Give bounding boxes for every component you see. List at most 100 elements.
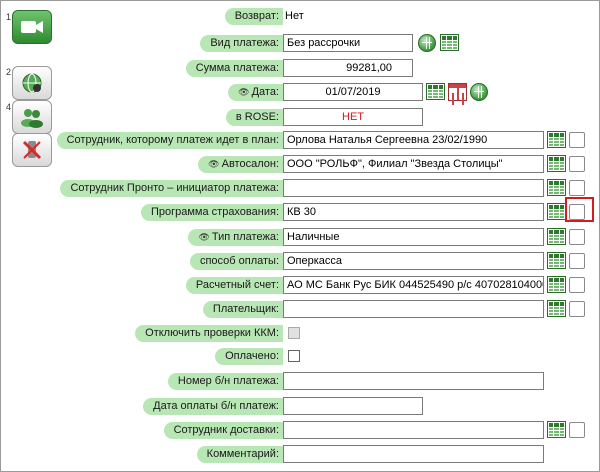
- label-tip-platezha: 👁 Тип платежа:: [188, 229, 283, 246]
- table-lookup-button[interactable]: [547, 179, 566, 198]
- rose-status-field: НЕТ: [283, 108, 423, 126]
- row-sposob: способ оплаты: Оперкасса: [0, 251, 600, 271]
- cashless-date-field[interactable]: [283, 397, 423, 415]
- calendar-icon: [448, 83, 467, 101]
- table-lookup-button[interactable]: [547, 155, 566, 174]
- eye-icon: 👁: [198, 232, 210, 242]
- table-icon: [547, 179, 566, 196]
- row-sotrudnik-dostavki: Сотрудник доставки:: [0, 420, 600, 440]
- row-data: 👁 Дата: 01/07/2019: [0, 82, 600, 102]
- insurance-program-field[interactable]: КВ 30: [283, 203, 544, 221]
- calendar-button[interactable]: [448, 83, 467, 102]
- globe-date-button[interactable]: [470, 83, 489, 102]
- table-lookup-button[interactable]: [547, 276, 566, 295]
- label-avtosalon-text: Автосалон:: [221, 158, 279, 170]
- table-icon: [547, 155, 566, 172]
- row-kommentariy: Комментарий:: [0, 444, 600, 464]
- eye-icon: 👁: [208, 159, 220, 169]
- dealership-field[interactable]: ООО "РОЛЬФ", Филиал "Звезда Столицы": [283, 155, 544, 173]
- label-data-bn: Дата оплаты б/н платеж:: [143, 398, 283, 415]
- initiator-employee-field[interactable]: [283, 179, 544, 197]
- label-sotrudnik-dostavki: Сотрудник доставки:: [163, 422, 283, 439]
- globe-icon: [470, 83, 488, 101]
- label-raschetny: Расчетный счет:: [185, 277, 283, 294]
- label-sotrudnik-plan: Сотрудник, которому платеж идет в план:: [56, 132, 283, 149]
- table-icon: [547, 131, 566, 148]
- table-lookup-button[interactable]: [440, 34, 459, 53]
- row-checkbox[interactable]: [569, 277, 585, 293]
- row-sotrudnik-plan: Сотрудник, которому платеж идет в план: …: [0, 130, 600, 150]
- table-date-button[interactable]: [426, 83, 445, 102]
- row-oplacheno: Оплачено:: [0, 346, 600, 366]
- row-otkl-kkm: Отключить проверки ККМ:: [0, 323, 600, 343]
- payer-field[interactable]: [283, 300, 544, 318]
- label-nomer-bn: Номер б/н платежа:: [167, 373, 283, 390]
- row-vid-platezha: Вид платежа: Без рассрочки: [0, 33, 600, 53]
- row-sotrudnik-pronto: Сотрудник Пронто – инициатор платежа:: [0, 178, 600, 198]
- row-data-bn: Дата оплаты б/н платеж:: [0, 396, 600, 416]
- globe-lookup-button[interactable]: [418, 34, 437, 53]
- table-icon: [440, 34, 459, 51]
- table-lookup-button[interactable]: [547, 203, 566, 222]
- label-data-text: Дата:: [251, 86, 279, 98]
- payment-kind-field[interactable]: Наличные: [283, 228, 544, 246]
- cashless-number-field[interactable]: [283, 372, 544, 390]
- paid-checkbox[interactable]: [288, 350, 300, 362]
- amount-field[interactable]: 99281,00: [283, 59, 413, 77]
- row-avtosalon: 👁 Автосалон: ООО "РОЛЬФ", Филиал "Звезда …: [0, 154, 600, 174]
- label-sposob: способ оплаты:: [189, 253, 283, 270]
- bank-account-field[interactable]: АО МС Банк Рус БИК 044525490 р/с 4070281…: [283, 276, 544, 294]
- comment-field[interactable]: [283, 445, 544, 463]
- row-checkbox[interactable]: [569, 253, 585, 269]
- table-icon: [547, 228, 566, 245]
- row-rose: в ROSE: НЕТ: [0, 107, 600, 127]
- table-icon: [547, 276, 566, 293]
- label-vid-platezha: Вид платежа:: [200, 35, 283, 52]
- row-programma: Программа страхования: КВ 30: [0, 202, 600, 222]
- label-avtosalon: 👁 Автосалон:: [198, 156, 283, 173]
- row-tip-platezha: 👁 Тип платежа: Наличные: [0, 227, 600, 247]
- table-icon: [547, 421, 566, 438]
- table-icon: [426, 83, 445, 100]
- table-lookup-button[interactable]: [547, 131, 566, 150]
- table-lookup-button[interactable]: [547, 228, 566, 247]
- label-data: 👁 Дата:: [228, 84, 283, 101]
- table-lookup-button[interactable]: [547, 252, 566, 271]
- payment-type-field[interactable]: Без рассрочки: [283, 34, 413, 52]
- label-tip-text: Тип платежа:: [211, 231, 279, 243]
- row-raschetny: Расчетный счет: АО МС Банк Рус БИК 04452…: [0, 275, 600, 295]
- label-programma: Программа страхования:: [140, 204, 283, 221]
- row-checkbox[interactable]: [569, 229, 585, 245]
- table-icon: [547, 300, 566, 317]
- label-summa: Сумма платежа:: [185, 60, 283, 77]
- row-checkbox[interactable]: [569, 422, 585, 438]
- row-checkbox[interactable]: [569, 301, 585, 317]
- date-field[interactable]: 01/07/2019: [283, 83, 423, 101]
- label-kommentariy: Комментарий:: [196, 446, 283, 463]
- table-icon: [547, 252, 566, 269]
- value-vozvrat: Нет: [285, 10, 304, 22]
- payment-method-field[interactable]: Оперкасса: [283, 252, 544, 270]
- table-icon: [547, 203, 566, 220]
- eye-icon: 👁: [238, 87, 250, 97]
- table-lookup-button[interactable]: [547, 421, 566, 440]
- row-nomer-bn: Номер б/н платежа:: [0, 371, 600, 391]
- label-vozvrat: Возврат:: [224, 8, 283, 25]
- row-checkbox[interactable]: [569, 156, 585, 172]
- row-checkbox[interactable]: [569, 180, 585, 196]
- delivery-employee-field[interactable]: [283, 421, 544, 439]
- row-summa: Сумма платежа: 99281,00: [0, 58, 600, 78]
- label-platelshchik: Плательщик:: [202, 301, 283, 318]
- highlight-box: [565, 197, 594, 222]
- plan-employee-field[interactable]: Орлова Наталья Сергеевна 23/02/1990: [283, 131, 544, 149]
- globe-icon: [418, 34, 436, 52]
- label-rose: в ROSE:: [225, 109, 283, 126]
- disable-kkm-checkbox: [288, 327, 300, 339]
- table-lookup-button[interactable]: [547, 300, 566, 319]
- row-vozvrat: Возврат: Нет: [0, 6, 600, 26]
- row-platelshchik: Плательщик:: [0, 299, 600, 319]
- label-sotrudnik-pronto: Сотрудник Пронто – инициатор платежа:: [60, 180, 283, 197]
- row-checkbox[interactable]: [569, 132, 585, 148]
- label-otkl-kkm: Отключить проверки ККМ:: [135, 325, 283, 342]
- label-oplacheno: Оплачено:: [215, 348, 283, 365]
